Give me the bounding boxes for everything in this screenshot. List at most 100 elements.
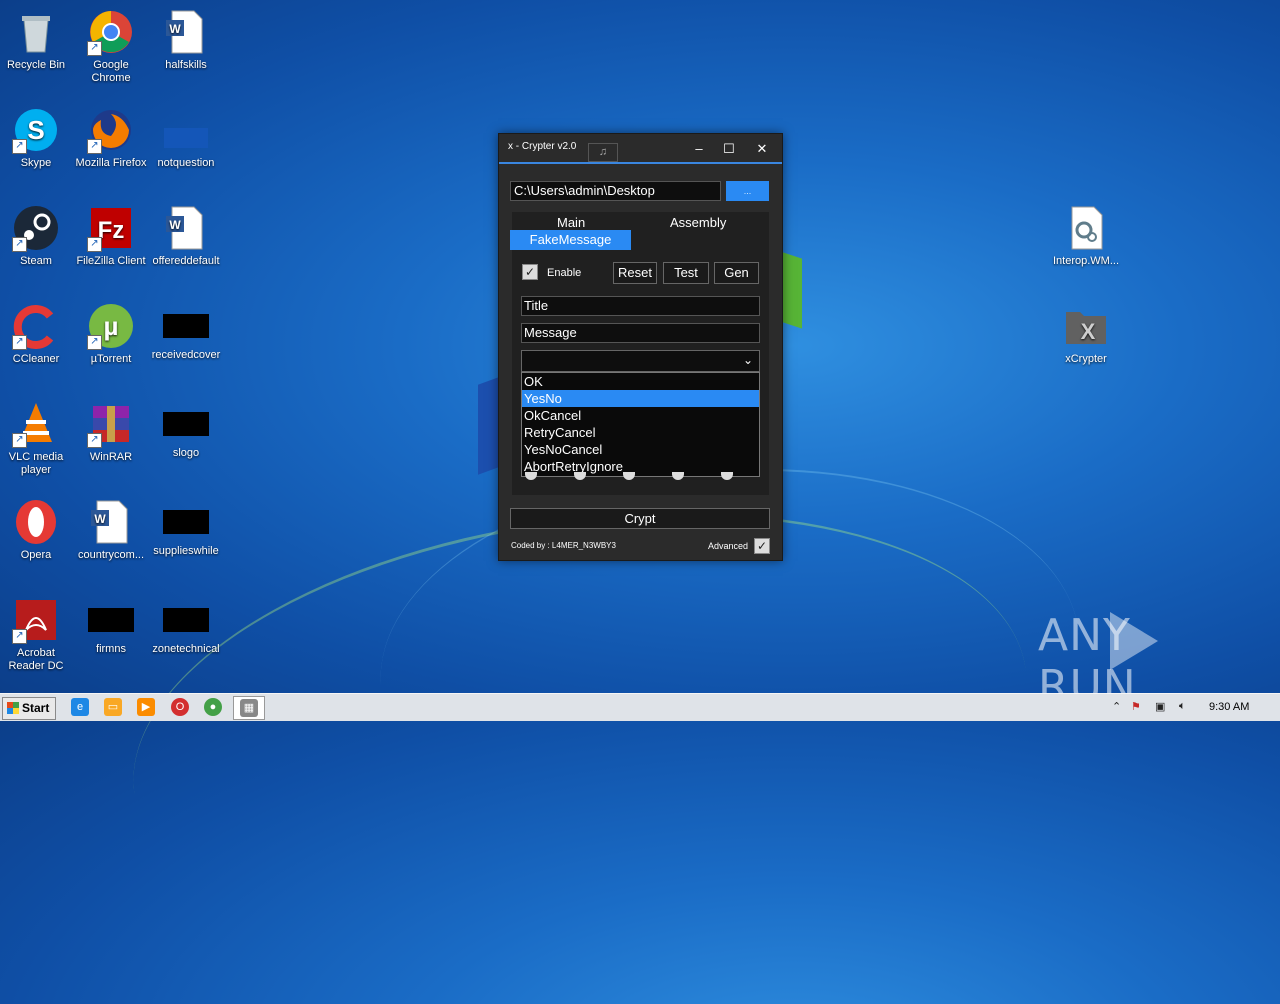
desktop-icon-utorrent[interactable]: µ ↗ µTorrent (73, 298, 149, 366)
dropdown-option[interactable]: OkCancel (522, 407, 759, 424)
file-thumbnail-icon (163, 608, 209, 632)
chrome-taskbar-icon[interactable]: ● (204, 698, 222, 716)
desktop-icon-recycle-bin[interactable]: Recycle Bin (0, 4, 74, 72)
dropdown-option[interactable]: YesNoCancel (522, 441, 759, 458)
windows-logo-icon (7, 702, 19, 714)
internet-explorer-icon[interactable]: e (71, 698, 89, 716)
desktop-icon-halfskills[interactable]: W halfskills (148, 4, 224, 72)
firefox-icon: ↗ (87, 106, 135, 154)
desktop-icon-vlc[interactable]: ↗ VLC media player (0, 396, 74, 477)
chevron-down-icon: ⌄ (742, 353, 753, 367)
chrome-icon: ↗ (87, 8, 135, 56)
xcrypter-window: x - Crypter v2.0 ♫ – ☐ ✕ C:\Users\admin\… (498, 133, 783, 561)
utorrent-icon: µ ↗ (87, 302, 135, 350)
minimize-button[interactable]: – (689, 140, 709, 158)
svg-text:W: W (169, 22, 181, 36)
desktop-icon-steam[interactable]: ↗ Steam (0, 200, 74, 268)
file-explorer-icon[interactable]: ▭ (104, 698, 122, 716)
xcrypter-app-icon: X (1062, 302, 1110, 350)
coded-by-label: Coded by : L4MER_N3WBY3 (511, 541, 616, 550)
svg-text:µ: µ (104, 311, 119, 341)
desktop-icon-skype[interactable]: S ↗ Skype (0, 102, 74, 170)
file-thumbnail-icon (88, 608, 134, 632)
desktop-icon-notquestion[interactable]: notquestion (148, 102, 224, 170)
winrar-icon: ↗ (87, 400, 135, 448)
svg-text:W: W (169, 218, 181, 232)
desktop-icon-winrar[interactable]: ↗ WinRAR (73, 396, 149, 464)
start-label: Start (22, 701, 50, 715)
start-button[interactable]: Start (2, 697, 56, 720)
file-thumbnail-icon (163, 412, 209, 436)
tab-fake-message[interactable]: FakeMessage (510, 230, 631, 250)
skype-icon: S ↗ (12, 106, 60, 154)
clock[interactable]: 9:30 AM (1209, 701, 1249, 713)
network-icon[interactable]: ▣ (1155, 700, 1165, 713)
advanced-checkbox[interactable]: ✓ (754, 538, 770, 554)
desktop-icon-offereddefault[interactable]: W offereddefault (148, 200, 224, 268)
button-type-select[interactable]: ⌄ (521, 350, 760, 372)
xcrypter-taskbar-button[interactable]: ▦ (233, 696, 265, 720)
word-document-icon: W (162, 204, 210, 252)
vlc-icon: ↗ (12, 400, 60, 448)
action-center-icon[interactable]: ⚑ (1131, 700, 1141, 713)
wallpaper-flag-green (780, 251, 802, 329)
enable-checkbox[interactable]: ✓ (522, 264, 538, 280)
desktop-icon-slogo[interactable]: slogo (148, 396, 224, 460)
dropdown-option-selected[interactable]: YesNo (522, 390, 759, 407)
svg-text:X: X (1081, 319, 1096, 344)
window-titlebar[interactable]: x - Crypter v2.0 ♫ – ☐ ✕ (499, 134, 782, 164)
test-button[interactable]: Test (663, 262, 709, 284)
advanced-label: Advanced (708, 541, 749, 551)
opera-icon (12, 498, 60, 546)
crypt-button[interactable]: Crypt (510, 508, 770, 529)
show-hidden-icons-button[interactable]: ⌃ (1112, 700, 1121, 713)
enable-label: Enable (547, 267, 582, 279)
music-toggle-button[interactable]: ♫ (588, 143, 618, 162)
dropdown-option[interactable]: RetryCancel (522, 424, 759, 441)
tab-main[interactable]: Main (557, 215, 585, 230)
desktop-icon-chrome[interactable]: ↗ Google Chrome (73, 4, 149, 85)
dll-file-icon (1062, 204, 1110, 252)
svg-text:S: S (27, 115, 44, 145)
svg-text:W: W (94, 512, 106, 526)
message-title-input[interactable]: Title (521, 296, 760, 316)
button-type-dropdown: OK YesNo OkCancel RetryCancel YesNoCance… (521, 372, 760, 477)
file-thumbnail-icon (163, 510, 209, 534)
close-button[interactable]: ✕ (752, 140, 772, 158)
media-player-icon[interactable]: ▶ (137, 698, 155, 716)
desktop-icon-receivedcover[interactable]: receivedcover (148, 298, 224, 362)
xcrypter-taskbar-icon: ▦ (240, 699, 258, 717)
taskbar: Start e ▭ ▶ O ● ▦ ⌃ ⚑ ▣ 🔈︎ 9:30 AM (0, 693, 1280, 721)
opera-taskbar-icon[interactable]: O (171, 698, 189, 716)
desktop-icon-interop[interactable]: Interop.WM... (1048, 200, 1124, 268)
desktop-icon-xcrypter[interactable]: X xCrypter (1048, 298, 1124, 366)
volume-icon[interactable]: 🔈︎ (1179, 700, 1186, 713)
word-document-icon: W (162, 8, 210, 56)
maximize-button[interactable]: ☐ (719, 140, 739, 158)
gen-button[interactable]: Gen (714, 262, 759, 284)
message-body-input[interactable]: Message (521, 323, 760, 343)
desktop-icon-firmns[interactable]: firmns (73, 592, 149, 656)
steam-icon: ↗ (12, 204, 60, 252)
file-path-input[interactable]: C:\Users\admin\Desktop (510, 181, 721, 201)
recycle-bin-icon (12, 8, 60, 56)
desktop-icon-ccleaner[interactable]: ↗ CCleaner (0, 298, 74, 366)
anyrun-play-icon (1110, 612, 1158, 670)
desktop-icon-countrycom[interactable]: W countrycom... (73, 494, 149, 562)
file-thumbnail-icon (162, 106, 210, 154)
tab-assembly[interactable]: Assembly (670, 215, 726, 230)
reset-button[interactable]: Reset (613, 262, 657, 284)
window-title: x - Crypter v2.0 (508, 141, 577, 152)
acrobat-icon: ↗ (12, 596, 60, 644)
file-thumbnail-icon (163, 314, 209, 338)
browse-button[interactable]: ... (726, 181, 769, 201)
dropdown-option[interactable]: OK (522, 373, 759, 390)
desktop-icon-zonetechnical[interactable]: zonetechnical (148, 592, 224, 656)
desktop-icon-opera[interactable]: Opera (0, 494, 74, 562)
desktop-icon-firefox[interactable]: ↗ Mozilla Firefox (73, 102, 149, 170)
desktop-icon-filezilla[interactable]: Fz ↗ FileZilla Client (73, 200, 149, 268)
desktop-icon-supplieswhile[interactable]: supplieswhile (148, 494, 224, 558)
desktop-icon-acrobat[interactable]: ↗ Acrobat Reader DC (0, 592, 74, 673)
word-document-icon: W (87, 498, 135, 546)
ccleaner-icon: ↗ (12, 302, 60, 350)
